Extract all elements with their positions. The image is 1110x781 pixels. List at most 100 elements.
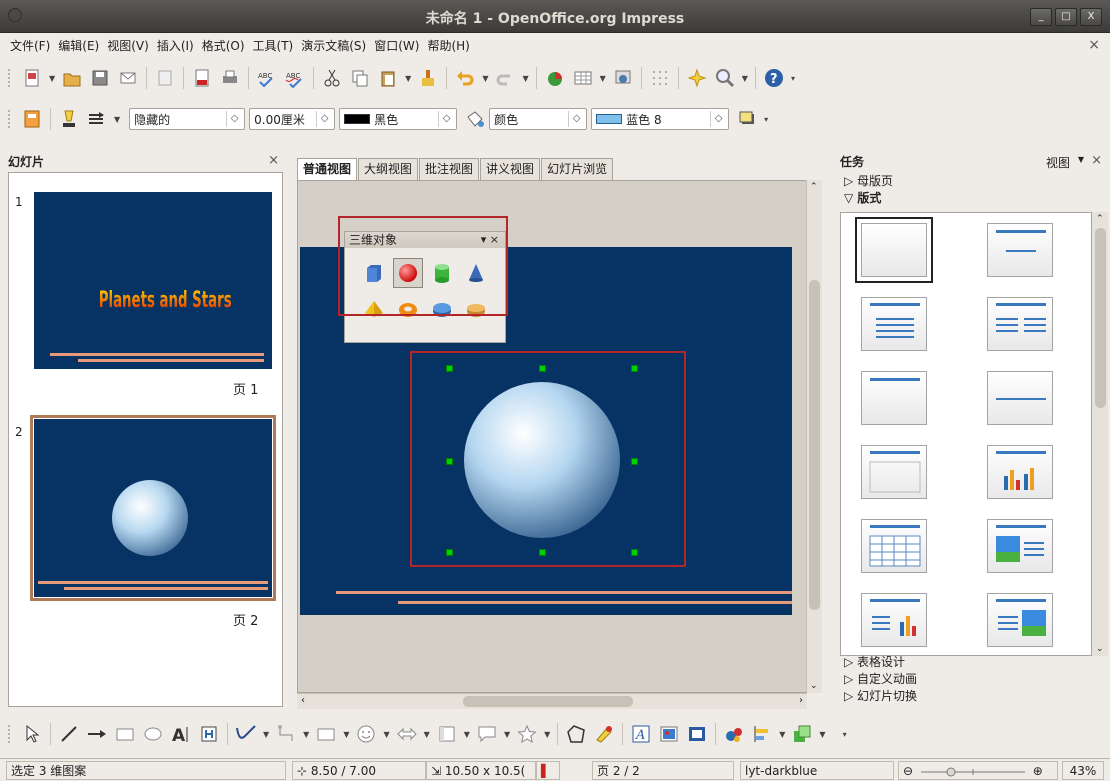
chevron-down-icon[interactable]: ▼ xyxy=(1078,155,1084,164)
layout-scrollbar[interactable]: ⌃ ⌄ xyxy=(1092,212,1108,656)
align-icon[interactable] xyxy=(749,721,775,747)
tab-outline[interactable]: 大纲视图 xyxy=(358,158,419,180)
section-table-design[interactable]: ▷ 表格设计 xyxy=(840,654,905,671)
resize-handle[interactable] xyxy=(631,458,638,465)
table-icon[interactable] xyxy=(570,65,596,91)
layout-title-text-image[interactable] xyxy=(987,593,1053,647)
paste-icon[interactable] xyxy=(375,65,401,91)
paste-dropdown-icon[interactable]: ▼ xyxy=(405,74,411,83)
scroll-right-icon[interactable]: › xyxy=(799,695,803,706)
symbol-shapes-icon[interactable] xyxy=(353,721,379,747)
align-dropdown-icon[interactable]: ▼ xyxy=(779,730,785,739)
line-style-select[interactable]: 隐藏的 ◇ xyxy=(129,108,246,130)
menu-help[interactable]: 帮助(H) xyxy=(423,37,473,54)
tab-normal[interactable]: 普通视图 xyxy=(297,158,358,180)
resize-handle[interactable] xyxy=(631,549,638,556)
status-zoom[interactable]: 43% xyxy=(1062,761,1104,780)
section-master-pages[interactable]: ▷ 母版页 xyxy=(840,173,893,190)
undo-dropdown-icon[interactable]: ▼ xyxy=(482,74,488,83)
menu-edit[interactable]: 编辑(E) xyxy=(54,37,103,54)
scroll-up-icon[interactable]: ⌃ xyxy=(1096,214,1104,224)
menu-slideshow[interactable]: 演示文稿(S) xyxy=(297,37,370,54)
email-icon[interactable] xyxy=(115,65,141,91)
menu-tools[interactable]: 工具(T) xyxy=(249,37,298,54)
vertical-text-icon[interactable] xyxy=(196,721,222,747)
resize-handle[interactable] xyxy=(446,458,453,465)
close-document-button[interactable]: × xyxy=(1088,37,1100,53)
new-document-icon[interactable] xyxy=(19,65,45,91)
toolbar-grip-3[interactable] xyxy=(8,725,12,743)
block-arrows-dropdown-icon[interactable]: ▼ xyxy=(424,730,430,739)
undo-icon[interactable] xyxy=(452,65,478,91)
layout-title-object[interactable] xyxy=(861,445,927,499)
zoom-dropdown-icon[interactable]: ▼ xyxy=(742,74,748,83)
flowchart-dropdown-icon[interactable]: ▼ xyxy=(464,730,470,739)
layout-title-only[interactable] xyxy=(987,223,1053,277)
arrow-style-dropdown-icon[interactable]: ▼ xyxy=(114,115,120,124)
minimize-button[interactable]: _ xyxy=(1030,8,1052,26)
menu-view[interactable]: 视图(V) xyxy=(103,37,153,54)
resize-handle[interactable] xyxy=(539,549,546,556)
gallery-icon[interactable] xyxy=(684,721,710,747)
insert-picture-icon[interactable] xyxy=(656,721,682,747)
copy-icon[interactable] xyxy=(347,65,373,91)
flowchart-icon[interactable] xyxy=(434,721,460,747)
tab-notes[interactable]: 批注视图 xyxy=(419,158,480,180)
callouts-dropdown-icon[interactable]: ▼ xyxy=(504,730,510,739)
clone-formatting-icon[interactable] xyxy=(415,65,441,91)
styles-formatting-icon[interactable] xyxy=(19,106,45,132)
vertical-scroll-thumb[interactable] xyxy=(809,280,820,610)
tab-slide-sorter[interactable]: 幻灯片浏览 xyxy=(541,158,614,180)
new-dropdown-icon[interactable]: ▼ xyxy=(49,74,55,83)
layout-title-chart[interactable] xyxy=(987,445,1053,499)
redo-icon[interactable] xyxy=(492,65,518,91)
menu-format[interactable]: 格式(O) xyxy=(198,37,249,54)
toolbar-grip-2[interactable] xyxy=(8,110,12,128)
resize-handle[interactable] xyxy=(539,365,546,372)
layout-centered-text[interactable] xyxy=(987,371,1053,425)
points-icon[interactable] xyxy=(563,721,589,747)
zoom-in-icon[interactable]: ⊕ xyxy=(1033,764,1043,778)
zoom-icon[interactable] xyxy=(712,65,738,91)
menu-insert[interactable]: 插入(I) xyxy=(153,37,198,54)
close-slides-pane-button[interactable]: × xyxy=(268,153,279,168)
menu-file[interactable]: 文件(F) xyxy=(6,37,54,54)
connector-dropdown-icon[interactable]: ▼ xyxy=(303,730,309,739)
curve-icon[interactable] xyxy=(233,721,259,747)
maximize-button[interactable]: □ xyxy=(1055,8,1077,26)
helplines-icon[interactable] xyxy=(684,65,710,91)
zoom-slider[interactable]: ⊖ ⊕ xyxy=(898,761,1058,780)
slide-thumbnail-1[interactable]: Planets and Stars xyxy=(34,192,272,369)
grid-icon[interactable] xyxy=(647,65,673,91)
curve-dropdown-icon[interactable]: ▼ xyxy=(263,730,269,739)
glue-points-icon[interactable] xyxy=(591,721,617,747)
scroll-down-icon[interactable]: ⌄ xyxy=(810,681,818,691)
toolbar-options-icon[interactable]: ▾ xyxy=(791,74,795,83)
layout-title-table[interactable] xyxy=(861,519,927,573)
layout-title-content[interactable] xyxy=(861,297,927,351)
basic-shapes-dropdown-icon[interactable]: ▼ xyxy=(343,730,349,739)
scroll-up-icon[interactable]: ⌃ xyxy=(810,182,818,192)
select-arrow-icon[interactable] xyxy=(19,721,45,747)
area-color-select[interactable]: 蓝色 8 ◇ xyxy=(591,108,730,130)
fontwork-icon[interactable]: A xyxy=(628,721,654,747)
toolbar-options-icon-2[interactable]: ▾ xyxy=(764,115,768,124)
display-view-icon[interactable] xyxy=(610,65,636,91)
redo-dropdown-icon[interactable]: ▼ xyxy=(522,74,528,83)
resize-handle[interactable] xyxy=(446,549,453,556)
vertical-scrollbar[interactable]: ⌃ ⌄ xyxy=(806,180,822,693)
text-icon[interactable]: A xyxy=(168,721,194,747)
arrow-style-icon[interactable] xyxy=(84,106,110,132)
shadow-icon[interactable] xyxy=(734,106,760,132)
zoom-out-icon[interactable]: ⊖ xyxy=(903,764,913,778)
line-icon[interactable] xyxy=(56,106,82,132)
spellcheck-icon[interactable]: ABC xyxy=(254,65,280,91)
task-pane-view-menu[interactable]: 视图 xyxy=(1046,154,1070,171)
stars-dropdown-icon[interactable]: ▼ xyxy=(544,730,550,739)
table-dropdown-icon[interactable]: ▼ xyxy=(600,74,606,83)
layout-two-content[interactable] xyxy=(987,297,1053,351)
tab-handout[interactable]: 讲义视图 xyxy=(480,158,541,180)
menu-window[interactable]: 窗口(W) xyxy=(370,37,423,54)
horizontal-scrollbar[interactable]: ‹ › xyxy=(297,693,807,709)
cut-icon[interactable] xyxy=(319,65,345,91)
